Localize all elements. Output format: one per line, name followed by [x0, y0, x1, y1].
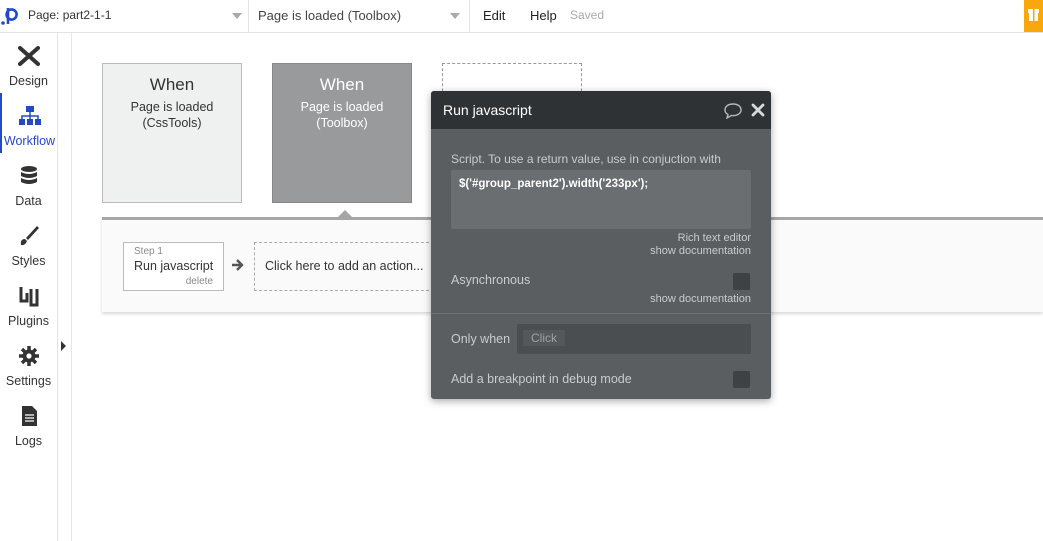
brush-icon	[20, 226, 39, 246]
asynchronous-checkbox[interactable]	[733, 273, 750, 290]
script-label: Script. To use a return value, use in co…	[451, 152, 721, 166]
chevron-down-icon	[450, 13, 460, 19]
add-action-label: Click here to add an action...	[265, 259, 424, 273]
step-name: Run javascript	[134, 259, 214, 273]
page-selector-label: Page: part2-1-1	[28, 8, 112, 22]
sidebar-item-label: Styles	[11, 254, 46, 268]
show-documentation-link[interactable]: show documentation	[650, 293, 751, 305]
step-delete-link[interactable]: delete	[186, 276, 213, 287]
database-icon	[20, 166, 37, 184]
sidebar-item-settings[interactable]: Settings	[0, 333, 57, 393]
breakpoint-label: Add a breakpoint in debug mode	[451, 372, 632, 386]
dialog-header: Run javascript	[431, 91, 771, 129]
gift-button[interactable]	[1024, 0, 1043, 32]
bubble-logo-icon[interactable]	[0, 4, 20, 28]
run-javascript-dialog: Run javascript Script. To use a return v…	[431, 91, 771, 399]
event-card-toolbox[interactable]: When Page is loaded (Toolbox)	[272, 63, 412, 203]
sidebar-item-label: Settings	[5, 374, 52, 388]
event-when-label: When	[319, 75, 365, 94]
chevron-down-icon	[232, 13, 242, 19]
document-icon	[21, 406, 37, 426]
sidebar-item-styles[interactable]: Styles	[0, 213, 57, 273]
dialog-title: Run javascript	[443, 102, 532, 118]
save-status: Saved	[570, 8, 605, 22]
event-card-csstools[interactable]: When Page is loaded (CssTools)	[102, 63, 242, 203]
event-desc-line: Page is loaded	[130, 100, 214, 114]
sidebar: Design Workflow Data Styles Plugins Sett…	[0, 33, 58, 541]
event-description: Page is loaded (CssTools)	[103, 99, 241, 131]
event-desc-line: Page is loaded	[300, 100, 384, 114]
event-desc-line: (Toolbox)	[316, 116, 368, 130]
script-input[interactable]: $('#group_parent2').width('233px');	[451, 170, 751, 229]
sidebar-expand-icon[interactable]	[61, 341, 66, 351]
comment-icon[interactable]	[724, 103, 742, 119]
edit-menu[interactable]: Edit	[483, 8, 505, 23]
canvas-divider	[71, 33, 72, 541]
breakpoint-checkbox[interactable]	[733, 371, 750, 388]
step-number: Step 1	[134, 246, 163, 257]
event-selector-label: Page is loaded (Toolbox)	[258, 8, 402, 23]
close-icon[interactable]	[751, 103, 765, 117]
event-selector[interactable]: Page is loaded (Toolbox)	[250, 0, 470, 32]
asynchronous-label: Asynchronous	[451, 273, 531, 287]
sidebar-item-label: Logs	[14, 434, 43, 448]
gift-icon	[1028, 9, 1039, 21]
rich-text-editor-link[interactable]: Rich text editor	[678, 232, 751, 244]
sidebar-item-logs[interactable]: Logs	[0, 393, 57, 453]
design-icon	[17, 46, 40, 66]
gear-icon	[18, 346, 39, 366]
step-card[interactable]: Step 1 Run javascript delete	[123, 242, 224, 291]
plug-icon	[19, 287, 38, 307]
help-menu[interactable]: Help	[530, 8, 557, 23]
sidebar-item-data[interactable]: Data	[0, 153, 57, 213]
event-description: Page is loaded (Toolbox)	[273, 99, 411, 131]
page-selector[interactable]: Page: part2-1-1	[20, 0, 249, 32]
event-desc-line: (CssTools)	[142, 116, 202, 130]
only-when-placeholder: Click	[523, 330, 565, 346]
sidebar-item-label: Design	[9, 74, 48, 88]
only-when-label: Only when	[451, 332, 511, 346]
top-bar: Page: part2-1-1 Page is loaded (Toolbox)…	[0, 0, 1043, 33]
only-when-input[interactable]: Click	[517, 324, 751, 354]
sidebar-item-design[interactable]: Design	[0, 33, 57, 93]
sidebar-item-label: Plugins	[8, 314, 49, 328]
sidebar-item-workflow[interactable]: Workflow	[0, 93, 57, 153]
workflow-icon	[18, 106, 41, 125]
event-when-label: When	[149, 75, 195, 94]
sidebar-item-label: Workflow	[3, 134, 56, 148]
add-action-button[interactable]: Click here to add an action...	[254, 242, 434, 291]
dialog-divider	[431, 313, 771, 314]
arrow-right-icon	[232, 259, 244, 271]
sidebar-item-plugins[interactable]: Plugins	[0, 273, 57, 333]
show-documentation-link[interactable]: show documentation	[650, 245, 751, 257]
sidebar-item-label: Data	[15, 194, 42, 208]
